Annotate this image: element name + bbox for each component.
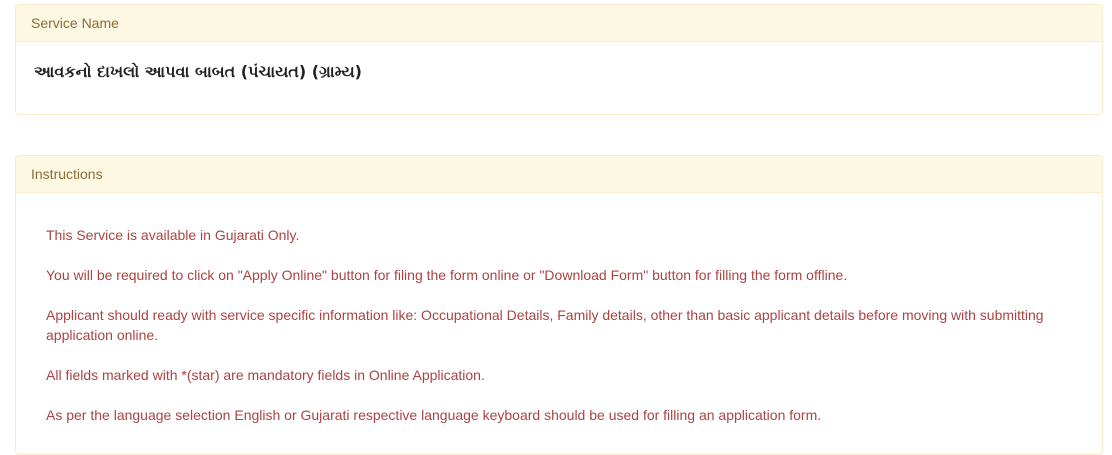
instructions-panel: Instructions This Service is available i… [15,155,1103,455]
instruction-item: As per the language selection English or… [46,407,822,423]
instruction-item: All fields marked with *(star) are manda… [46,367,485,383]
service-name-text: આવકનો દાખલો આપવા બાબત (પંચાયત) (ગ્રામ્ય) [34,62,362,81]
instruction-item: You will be required to click on "Apply … [46,267,848,283]
instructions-heading: Instructions [16,156,1102,193]
service-name-heading: Service Name [16,5,1102,42]
instruction-item: Applicant should ready with service spec… [46,307,1044,343]
instruction-item: This Service is available in Gujarati On… [46,227,300,243]
service-name-panel: Service Name આવકનો દાખલો આપવા બાબત (પંચા… [15,4,1103,115]
instructions-body: This Service is available in Gujarati On… [16,193,1102,425]
